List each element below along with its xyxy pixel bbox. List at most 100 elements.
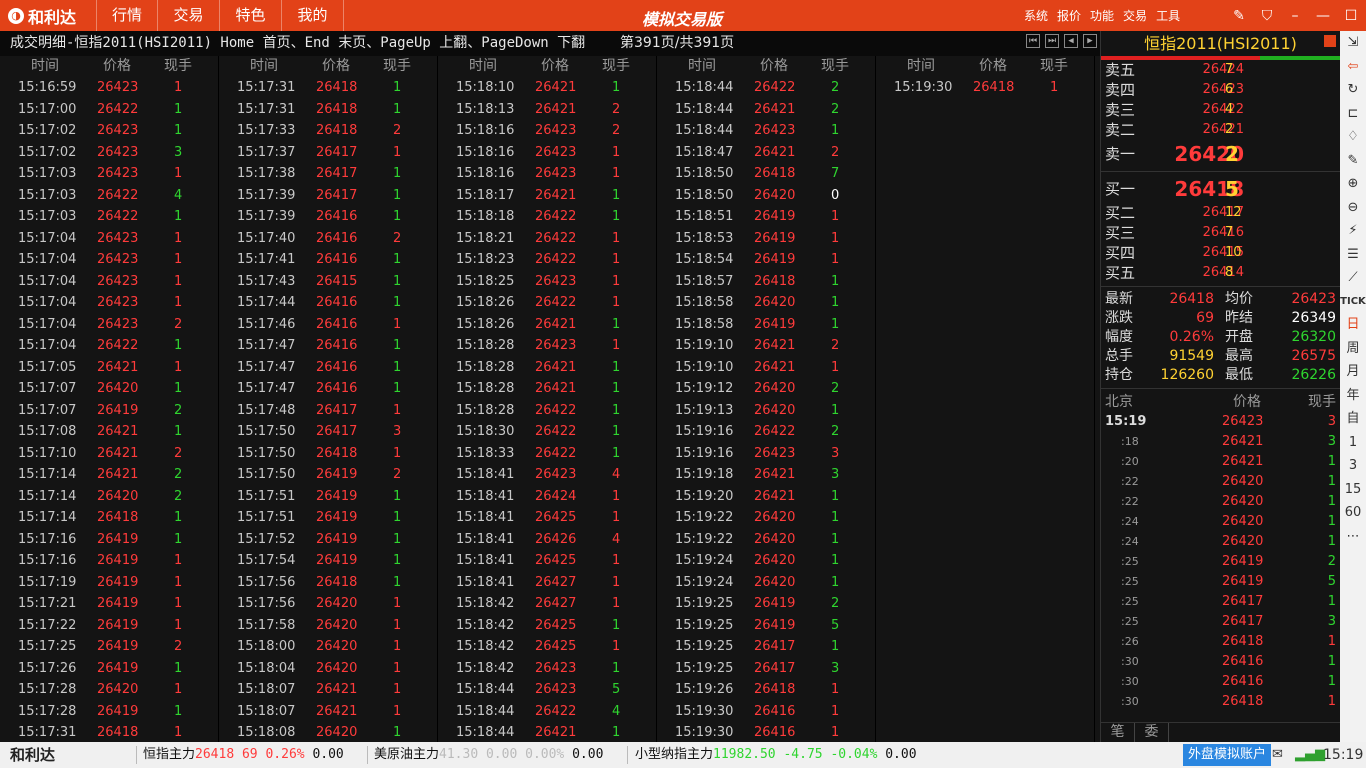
message-icon[interactable]: ✉: [1272, 742, 1283, 768]
status-logo: 和利达: [10, 746, 56, 764]
crop-icon[interactable]: ⊏: [1340, 102, 1366, 126]
stat-value: 26226: [1291, 367, 1336, 383]
tick-price: 26419: [754, 316, 796, 332]
tick-price: 26420: [754, 531, 796, 547]
tick-time: 15:17:25: [18, 639, 77, 654]
header-time: 时间: [31, 58, 59, 74]
list-icon[interactable]: ☰: [1340, 243, 1366, 267]
menu-mine[interactable]: 我的: [282, 0, 344, 31]
tick-detail-grid[interactable]: 时间 价格 现手 15:16:59 26423 1 15:17:00 26422 1 15:17:…: [0, 56, 1100, 742]
divider: [136, 746, 137, 764]
tick-time: 15:17:02: [18, 123, 77, 138]
tick-time: 15:17:41: [237, 252, 296, 267]
chart-icon[interactable]: ⟋: [1340, 266, 1366, 290]
tick-row: 15:17:08 26421 1: [0, 421, 218, 443]
next-page-icon[interactable]: ▶: [1083, 34, 1097, 48]
min60-button[interactable]: 60: [1340, 501, 1366, 525]
tick-volume: 5: [612, 682, 621, 697]
ask-price: 26421: [1202, 122, 1244, 137]
bell-icon[interactable]: ♢: [1340, 125, 1366, 149]
custom-button[interactable]: 自: [1340, 407, 1366, 431]
link-system[interactable]: 系统: [1024, 7, 1048, 24]
refresh-icon[interactable]: ↻: [1340, 78, 1366, 102]
tick-time: 15:18:28: [456, 338, 515, 353]
tick-price: 26421: [754, 338, 796, 353]
tick-volume: 3: [831, 445, 840, 461]
min1-button[interactable]: 1: [1340, 431, 1366, 455]
menu-features[interactable]: 特色: [220, 0, 282, 31]
prev-page-icon[interactable]: ◀: [1064, 34, 1078, 48]
tick-row: 15:18:28 26422 1: [438, 400, 656, 422]
ticker-crude[interactable]: 美原油主力41.30 0.00 0.00% 0.00: [374, 742, 603, 768]
tick-time: 15:18:04: [237, 660, 296, 676]
minute-time: :22: [1121, 495, 1139, 508]
min3-button[interactable]: 3: [1340, 454, 1366, 478]
day-button[interactable]: 日: [1340, 313, 1366, 337]
status-bar: 和利达 恒指主力26418 69 0.26% 0.00 美原油主力41.30 0…: [0, 742, 1366, 768]
minute-tick-row: :30 26416 1: [1101, 652, 1340, 672]
account-button[interactable]: 外盘模拟账户: [1183, 744, 1272, 766]
tick-price: 26416: [316, 359, 358, 375]
divider: [1101, 171, 1340, 172]
tick-row: 15:18:07 26421 1: [219, 701, 437, 723]
tick-price: 26419: [97, 531, 139, 547]
link-trade[interactable]: 交易: [1123, 7, 1147, 24]
last-page-icon[interactable]: ⏭: [1045, 34, 1059, 48]
shirt-icon[interactable]: ⛉: [1253, 8, 1281, 24]
tick-volume: 3: [831, 467, 840, 482]
tick-price: 26416: [316, 295, 358, 310]
tick-time: 15:17:51: [237, 488, 296, 504]
tab-ticks[interactable]: 笔: [1101, 723, 1135, 742]
link-quote[interactable]: 报价: [1057, 7, 1081, 24]
tick-row: 15:18:47 26421 2: [657, 142, 875, 164]
edit-icon[interactable]: ✎: [1225, 8, 1253, 24]
tick-time: 15:17:40: [237, 230, 296, 246]
ask-volume: 7: [1225, 62, 1234, 77]
ticker-nasdaq[interactable]: 小型纳指主力11982.50 -4.75 -0.04% 0.00: [635, 742, 917, 768]
menu-quotes[interactable]: 行情: [96, 0, 158, 31]
signal-icon[interactable]: ▂▄▆: [1295, 742, 1325, 768]
min15-button[interactable]: 15: [1340, 478, 1366, 502]
tick-volume: 1: [393, 80, 402, 95]
menu-trade[interactable]: 交易: [158, 0, 220, 31]
tick-volume: 4: [174, 187, 183, 203]
lightning-icon[interactable]: ⚡: [1340, 219, 1366, 243]
year-button[interactable]: 年: [1340, 384, 1366, 408]
week-button[interactable]: 周: [1340, 337, 1366, 361]
tick-price: 26415: [316, 273, 358, 289]
zoom-in-icon[interactable]: ⊕: [1340, 172, 1366, 196]
tick-row: 15:18:44 26422 2: [657, 77, 875, 99]
link-tools[interactable]: 工具: [1156, 7, 1180, 24]
tick-volume: 1: [174, 424, 183, 439]
tick-time: 15:18:10: [456, 80, 515, 95]
tick-button[interactable]: TICK: [1340, 290, 1366, 314]
tick-price: 26425: [535, 510, 577, 525]
window-icon[interactable]: ⇲: [1340, 31, 1366, 55]
tick-volume: 1: [831, 553, 840, 568]
flag-icon[interactable]: [1324, 35, 1336, 47]
ticker-hsi[interactable]: 恒指主力26418 69 0.26% 0.00: [143, 742, 344, 768]
zoom-out-icon[interactable]: ⊖: [1340, 196, 1366, 220]
pencil-icon[interactable]: ✎: [1340, 149, 1366, 173]
stat-row: 持仓 126260 最低 26226: [1101, 366, 1340, 385]
minimize-button[interactable]: —: [1309, 8, 1337, 24]
tick-time: 15:17:43: [237, 273, 296, 289]
tick-time: 15:18:07: [237, 682, 296, 697]
more-icon[interactable]: ⋯: [1340, 525, 1366, 549]
tick-row: 15:18:13 26421 2: [438, 99, 656, 121]
tick-volume: 1: [612, 230, 621, 246]
tick-price: 26423: [535, 682, 577, 697]
minimize-small-icon[interactable]: –: [1281, 8, 1309, 24]
tick-price: 26420: [97, 381, 139, 396]
maximize-button[interactable]: ☐: [1337, 8, 1365, 24]
back-icon[interactable]: ⇦: [1340, 55, 1366, 79]
first-page-icon[interactable]: ⏮: [1026, 34, 1040, 48]
tick-volume: 1: [174, 531, 183, 547]
tick-column-header: 时间 价格 现手: [657, 56, 875, 77]
divider: [627, 746, 628, 764]
link-function[interactable]: 功能: [1090, 7, 1114, 24]
month-button[interactable]: 月: [1340, 360, 1366, 384]
tab-orders[interactable]: 委: [1135, 723, 1169, 742]
tick-time: 15:17:56: [237, 574, 296, 590]
tick-price: 26417: [316, 166, 358, 181]
